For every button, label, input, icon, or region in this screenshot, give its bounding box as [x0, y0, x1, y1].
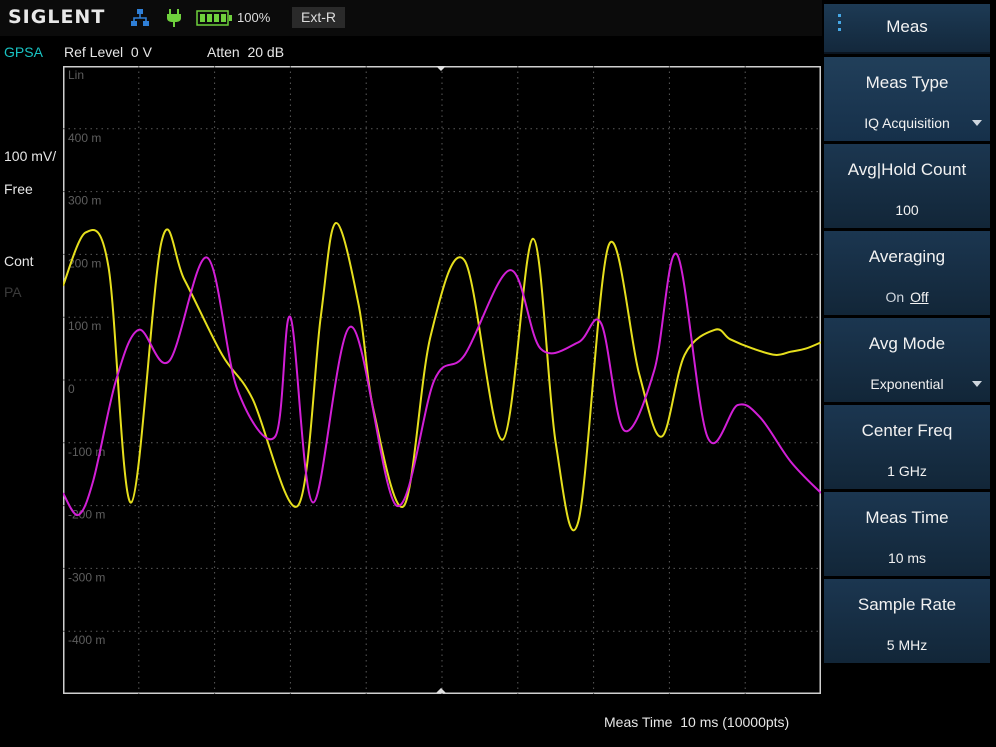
softkey-label: Averaging [868, 247, 946, 266]
meas-time-footer: Meas Time 10 ms (10000pts) [604, 714, 789, 730]
status-bar: SIGLENT 100% Ext-R [0, 0, 822, 36]
softkey-value: 100 [895, 202, 919, 218]
averaging-off-option[interactable]: Off [910, 289, 928, 305]
meas-time-label: Meas Time [604, 714, 673, 730]
softkey-label: Avg|Hold Count [847, 160, 967, 179]
dropdown-arrow-icon [972, 120, 982, 126]
y-tick-label: 100 m [68, 319, 101, 333]
menu-title: Meas [886, 17, 928, 36]
power-plug-icon [167, 9, 181, 27]
info-bar: GPSA Ref Level 0 V Atten 20 dB [0, 42, 820, 62]
menu-header[interactable]: Meas [824, 4, 990, 54]
softkey-value: Exponential [870, 376, 944, 392]
softkey-value: IQ Acquisition [864, 115, 950, 131]
softkey-averaging[interactable]: Averaging On Off [824, 231, 990, 315]
averaging-toggle[interactable]: On Off [824, 289, 990, 305]
mode-label[interactable]: GPSA [4, 44, 43, 60]
sweep-mode-label[interactable]: Cont [4, 253, 34, 269]
ref-level-readout[interactable]: Ref Level 0 V [64, 44, 152, 60]
softkey-label: Center Freq [861, 421, 953, 440]
y-tick-label: 400 m [68, 131, 101, 145]
softkey-value: 10 ms [887, 550, 927, 566]
trigger-label[interactable]: Free [4, 181, 33, 197]
y-tick-label: Lin [68, 68, 84, 82]
softkey-menu: Meas Meas Type IQ Acquisition Avg|Hold C… [824, 4, 990, 663]
brand-logo: SIGLENT [8, 6, 106, 28]
preamp-label: PA [4, 284, 22, 300]
iq-waveform-plot[interactable]: Lin400 m300 m200 m100 m0-100 m-200 m-300… [63, 66, 821, 694]
softkey-label: Sample Rate [857, 595, 957, 614]
softkey-label: Avg Mode [868, 334, 946, 353]
attenuation-readout[interactable]: Atten 20 dB [207, 44, 284, 60]
scale-label[interactable]: 100 mV/ [4, 148, 56, 164]
dropdown-arrow-icon [972, 381, 982, 387]
y-tick-label: -400 m [68, 633, 105, 647]
network-icon [131, 9, 149, 26]
averaging-on-option[interactable]: On [885, 289, 904, 305]
y-tick-label: 300 m [68, 194, 101, 208]
meas-time-value: 10 ms (10000pts) [680, 714, 790, 730]
softkey-center-freq[interactable]: Center Freq 1 GHz [824, 405, 990, 489]
softkey-label: Meas Time [865, 508, 949, 527]
softkey-value: 1 GHz [887, 463, 927, 479]
softkey-value: 5 MHz [886, 637, 928, 653]
softkey-sample-rate[interactable]: Sample Rate 5 MHz [824, 579, 990, 663]
battery-percent: 100% [237, 10, 271, 25]
battery-icon [196, 10, 232, 26]
softkey-avg-mode[interactable]: Avg Mode Exponential [824, 318, 990, 402]
softkey-label: Meas Type [865, 73, 949, 92]
softkey-avg-hold-count[interactable]: Avg|Hold Count 100 [824, 144, 990, 228]
y-tick-label: -200 m [68, 508, 105, 522]
softkey-meas-type[interactable]: Meas Type IQ Acquisition [824, 57, 990, 141]
softkey-meas-time[interactable]: Meas Time 10 ms [824, 492, 990, 576]
y-tick-label: 0 [68, 382, 75, 396]
reference-indicator[interactable]: Ext-R [292, 7, 345, 28]
y-tick-label: -300 m [68, 570, 105, 584]
